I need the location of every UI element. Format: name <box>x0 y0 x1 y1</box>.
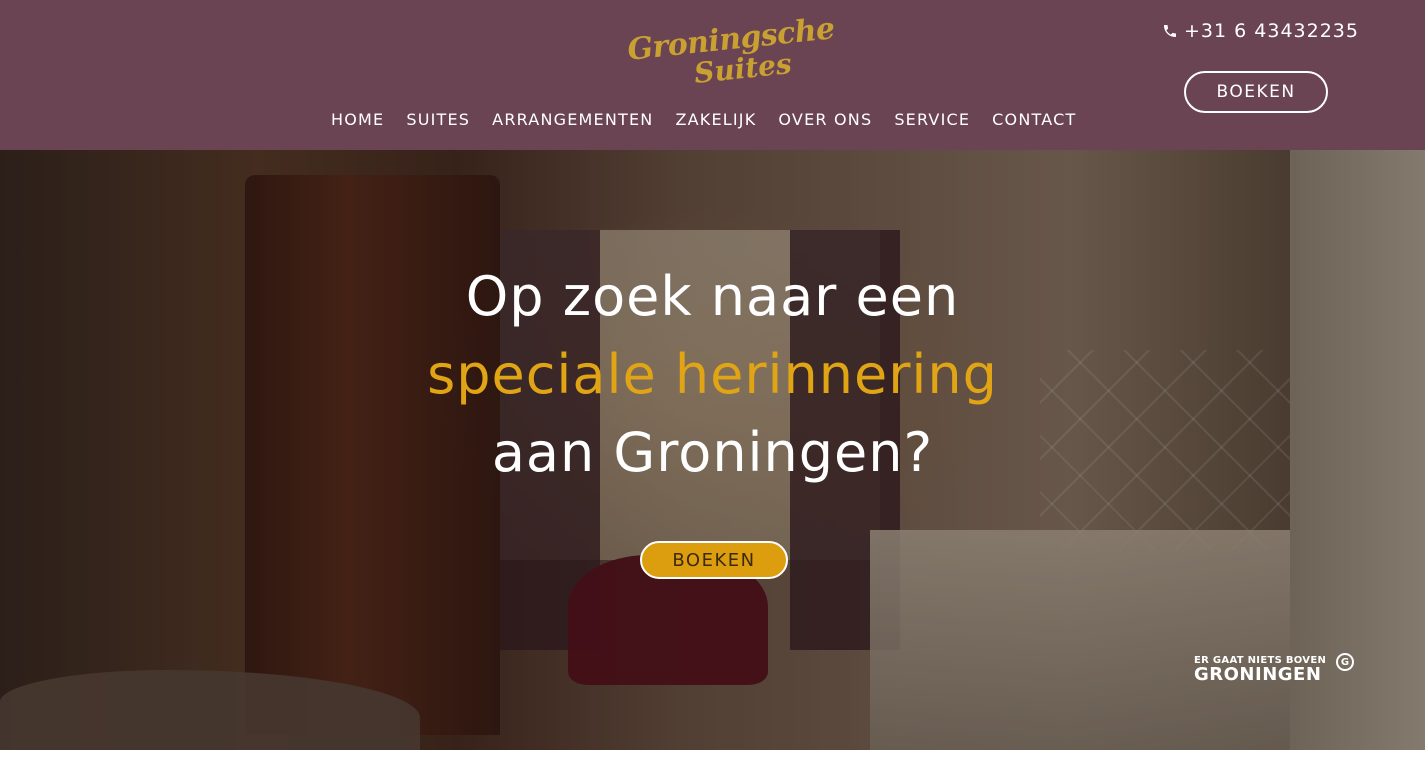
book-button-header[interactable]: BOEKEN <box>1184 71 1328 113</box>
nav-item-home[interactable]: HOME <box>331 110 384 129</box>
nav-item-contact[interactable]: CONTACT <box>992 110 1076 129</box>
nav-item-service[interactable]: SERVICE <box>894 110 970 129</box>
badge-title: GRONINGEN <box>1194 664 1322 685</box>
groningen-badge: ER GAAT NIETS BOVEN GRONINGEN G <box>1194 653 1354 685</box>
phone-link[interactable]: +31 6 43432235 <box>1162 20 1359 42</box>
site-header: Groningsche Suites HOME SUITES ARRANGEME… <box>0 0 1425 150</box>
headline-line1: Op zoek naar een <box>465 265 960 328</box>
nav-item-over-ons[interactable]: OVER ONS <box>778 110 872 129</box>
headline-line2-highlight: speciale herinnering <box>427 343 998 406</box>
site-logo[interactable]: Groningsche Suites <box>612 11 837 90</box>
badge-g-icon: G <box>1336 653 1354 671</box>
nav-item-zakelijk[interactable]: ZAKELIJK <box>675 110 756 129</box>
phone-number: +31 6 43432235 <box>1184 20 1359 42</box>
hero-headline: Op zoek naar een speciale herinnering aa… <box>0 258 1425 492</box>
nav-item-arrangementen[interactable]: ARRANGEMENTEN <box>492 110 653 129</box>
headline-line3: aan Groningen? <box>491 421 934 484</box>
nav-item-suites[interactable]: SUITES <box>406 110 470 129</box>
phone-icon <box>1164 25 1176 37</box>
hero-section: Op zoek naar een speciale herinnering aa… <box>0 150 1425 750</box>
main-nav: HOME SUITES ARRANGEMENTEN ZAKELIJK OVER … <box>331 110 1076 129</box>
book-button-hero[interactable]: BOEKEN <box>640 541 788 579</box>
